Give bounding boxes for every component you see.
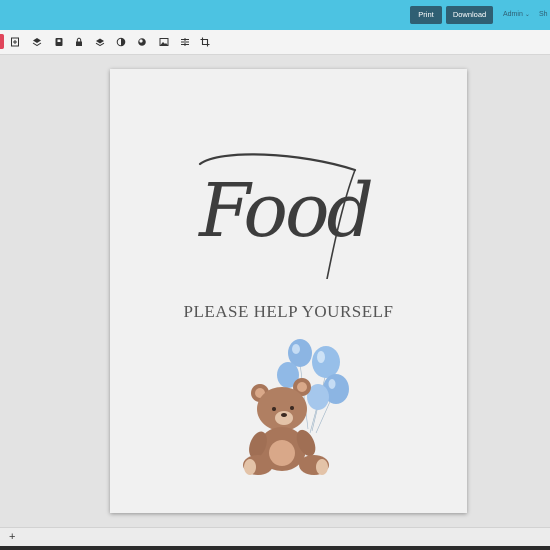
add-page-button[interactable]: + (9, 531, 15, 543)
add-page-icon[interactable] (8, 35, 22, 49)
layers-icon[interactable] (30, 35, 44, 49)
align-icon[interactable] (178, 35, 192, 49)
document-page[interactable]: Food PLEASE HELP YOURSELF (110, 69, 467, 513)
print-button[interactable]: Print (410, 6, 442, 24)
toolbar-accent (0, 34, 4, 49)
teddy-bear-balloons-illustration (243, 339, 349, 475)
crop-icon[interactable] (198, 35, 212, 49)
shading-icon[interactable] (135, 35, 149, 49)
image-icon[interactable] (157, 35, 171, 49)
lock-icon[interactable] (72, 35, 86, 49)
chevron-down-icon: ⌄ (524, 12, 530, 18)
book-icon[interactable] (52, 35, 66, 49)
share-link[interactable]: Sh (539, 6, 548, 24)
user-menu[interactable]: Admin ⌄ (503, 6, 530, 24)
window-bottom-edge (0, 546, 550, 550)
download-button[interactable]: Download (446, 6, 493, 24)
user-menu-label: Admin (503, 11, 523, 18)
contrast-icon[interactable] (114, 35, 128, 49)
subtitle: PLEASE HELP YOURSELF (183, 302, 394, 321)
food-title: Food (197, 153, 375, 279)
editor-toolbar (0, 30, 550, 55)
food-title-text: Food (197, 168, 371, 254)
stack-icon[interactable] (93, 35, 107, 49)
top-bar: Print Download Admin ⌄ Sh (0, 0, 550, 30)
